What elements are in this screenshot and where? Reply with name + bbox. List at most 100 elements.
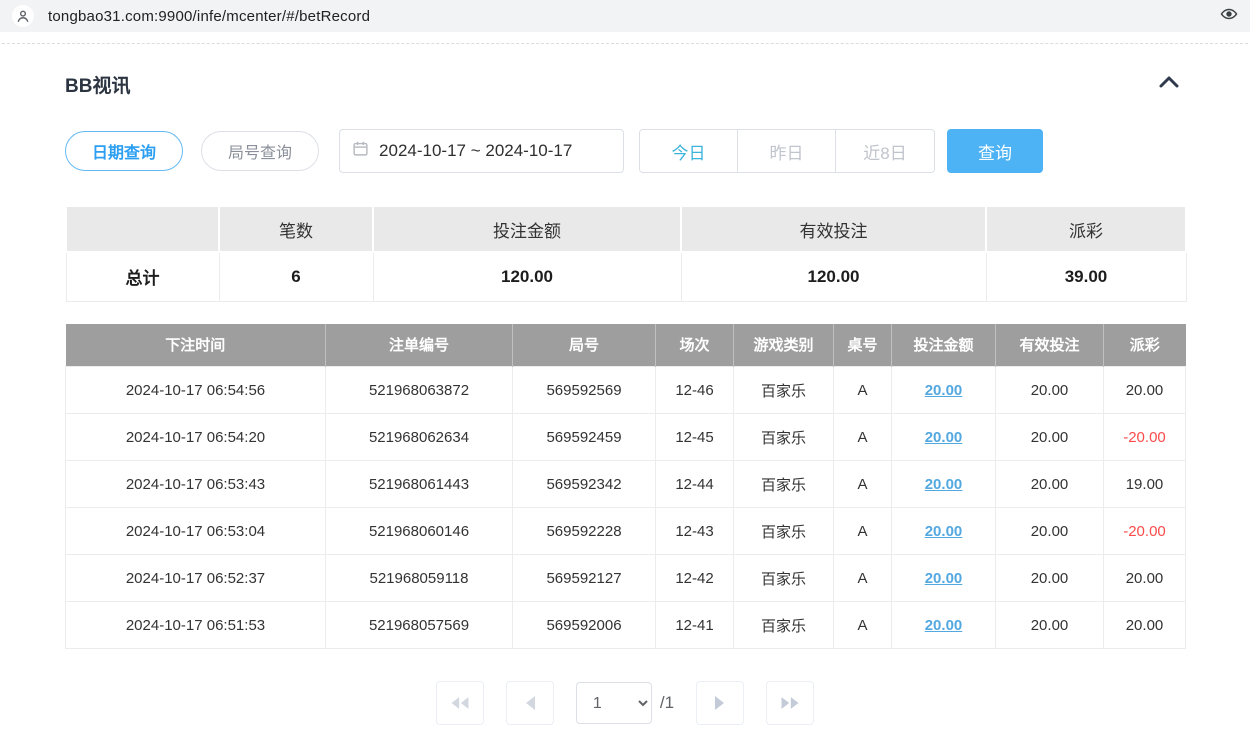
valid-bet: 20.00 — [996, 461, 1104, 508]
url-text[interactable]: tongbao31.com:9900/infe/mcenter/#/betRec… — [48, 8, 370, 25]
valid-bet: 20.00 — [996, 555, 1104, 602]
bet-amount-link[interactable]: 20.00 — [925, 382, 963, 399]
header-bet-time: 下注时间 — [66, 324, 326, 367]
header-valid-bet: 有效投注 — [996, 324, 1104, 367]
header-session: 场次 — [656, 324, 734, 367]
today-button[interactable]: 今日 — [640, 130, 738, 172]
next-page-button[interactable] — [696, 681, 744, 725]
browser-profile-icon[interactable] — [12, 5, 34, 27]
chevron-up-icon[interactable] — [1153, 70, 1185, 99]
game-type: 百家乐 — [734, 602, 834, 649]
summary-header-blank — [66, 206, 219, 252]
table-row: 2024-10-17 06:52:37 521968059118 5695921… — [66, 555, 1186, 602]
header-round-no: 局号 — [513, 324, 656, 367]
table-row: 2024-10-17 06:51:53 521968057569 5695920… — [66, 602, 1186, 649]
table-row: 2024-10-17 06:53:43 521968061443 5695923… — [66, 461, 1186, 508]
bet-time: 2024-10-17 06:54:56 — [66, 367, 326, 414]
session: 12-43 — [656, 508, 734, 555]
last-page-button[interactable] — [766, 681, 814, 725]
valid-bet: 20.00 — [996, 602, 1104, 649]
header-game-type: 游戏类别 — [734, 324, 834, 367]
table-no: A — [834, 555, 892, 602]
session: 12-45 — [656, 414, 734, 461]
filter-toolbar: 日期查询 局号查询 2024-10-17 ~ 2024-10-17 今日 昨日 … — [65, 129, 1185, 173]
yesterday-button[interactable]: 昨日 — [738, 130, 836, 172]
table-row: 2024-10-17 06:53:04 521968060146 5695922… — [66, 508, 1186, 555]
bet-time: 2024-10-17 06:54:20 — [66, 414, 326, 461]
order-no: 521968062634 — [326, 414, 513, 461]
last-8-days-button[interactable]: 近8日 — [836, 130, 934, 172]
summary-total-row: 总计 6 120.00 120.00 39.00 — [66, 252, 1186, 301]
date-range-input[interactable]: 2024-10-17 ~ 2024-10-17 — [339, 129, 624, 173]
session: 12-44 — [656, 461, 734, 508]
page-select[interactable]: 1 — [576, 682, 652, 724]
bet-time: 2024-10-17 06:51:53 — [66, 602, 326, 649]
bet-amount-link[interactable]: 20.00 — [925, 617, 963, 634]
summary-header-payout: 派彩 — [986, 206, 1186, 252]
session: 12-41 — [656, 602, 734, 649]
date-range-value: 2024-10-17 ~ 2024-10-17 — [379, 141, 572, 161]
header-bet-amount: 投注金额 — [892, 324, 996, 367]
payout: 20.00 — [1104, 555, 1186, 602]
order-no: 521968057569 — [326, 602, 513, 649]
header-order-no: 注单编号 — [326, 324, 513, 367]
game-type: 百家乐 — [734, 508, 834, 555]
round-query-tab[interactable]: 局号查询 — [201, 131, 319, 171]
bet-records-table: 下注时间 注单编号 局号 场次 游戏类别 桌号 投注金额 有效投注 派彩 202… — [65, 324, 1186, 650]
round-no: 569592228 — [513, 508, 656, 555]
session: 12-42 — [656, 555, 734, 602]
payout: -20.00 — [1104, 508, 1186, 555]
order-no: 521968059118 — [326, 555, 513, 602]
payout: 19.00 — [1104, 461, 1186, 508]
game-type: 百家乐 — [734, 367, 834, 414]
order-no: 521968063872 — [326, 367, 513, 414]
table-no: A — [834, 461, 892, 508]
bet-time: 2024-10-17 06:52:37 — [66, 555, 326, 602]
round-no: 569592459 — [513, 414, 656, 461]
game-type: 百家乐 — [734, 555, 834, 602]
bet-record-page: BB视讯 日期查询 局号查询 2024-10-17 ~ 2024-10-17 今… — [0, 44, 1250, 725]
quick-range-group: 今日 昨日 近8日 — [639, 129, 935, 173]
round-no: 569592342 — [513, 461, 656, 508]
bet-amount-link[interactable]: 20.00 — [925, 570, 963, 587]
table-no: A — [834, 602, 892, 649]
session: 12-46 — [656, 367, 734, 414]
pagination: 1 /1 — [65, 681, 1185, 725]
round-no: 569592127 — [513, 555, 656, 602]
game-type: 百家乐 — [734, 414, 834, 461]
eye-icon[interactable] — [1220, 5, 1238, 28]
bet-amount-link[interactable]: 20.00 — [925, 523, 963, 540]
payout: 20.00 — [1104, 367, 1186, 414]
header-payout: 派彩 — [1104, 324, 1186, 367]
table-row: 2024-10-17 06:54:56 521968063872 5695925… — [66, 367, 1186, 414]
header-table-no: 桌号 — [834, 324, 892, 367]
bet-table-header-row: 下注时间 注单编号 局号 场次 游戏类别 桌号 投注金额 有效投注 派彩 — [66, 324, 1186, 367]
summary-total-label: 总计 — [66, 252, 219, 301]
page-title: BB视讯 — [65, 71, 130, 98]
summary-payout: 39.00 — [986, 252, 1186, 301]
browser-address-bar: tongbao31.com:9900/infe/mcenter/#/betRec… — [0, 0, 1250, 32]
valid-bet: 20.00 — [996, 367, 1104, 414]
valid-bet: 20.00 — [996, 508, 1104, 555]
summary-table: 笔数 投注金额 有效投注 派彩 总计 6 120.00 120.00 39.00 — [65, 205, 1187, 302]
round-no: 569592006 — [513, 602, 656, 649]
summary-bet-amount: 120.00 — [373, 252, 681, 301]
first-page-button[interactable] — [436, 681, 484, 725]
dashed-divider — [2, 32, 1248, 44]
prev-page-button[interactable] — [506, 681, 554, 725]
round-no: 569592569 — [513, 367, 656, 414]
bet-amount-link[interactable]: 20.00 — [925, 429, 963, 446]
summary-header-count: 笔数 — [219, 206, 373, 252]
table-no: A — [834, 414, 892, 461]
date-query-tab[interactable]: 日期查询 — [65, 131, 183, 171]
total-pages-label: /1 — [660, 693, 674, 713]
summary-header-bet-amount: 投注金额 — [373, 206, 681, 252]
summary-count: 6 — [219, 252, 373, 301]
search-button[interactable]: 查询 — [947, 129, 1043, 173]
bet-amount-link[interactable]: 20.00 — [925, 476, 963, 493]
bet-time: 2024-10-17 06:53:43 — [66, 461, 326, 508]
payout: -20.00 — [1104, 414, 1186, 461]
valid-bet: 20.00 — [996, 414, 1104, 461]
order-no: 521968060146 — [326, 508, 513, 555]
order-no: 521968061443 — [326, 461, 513, 508]
